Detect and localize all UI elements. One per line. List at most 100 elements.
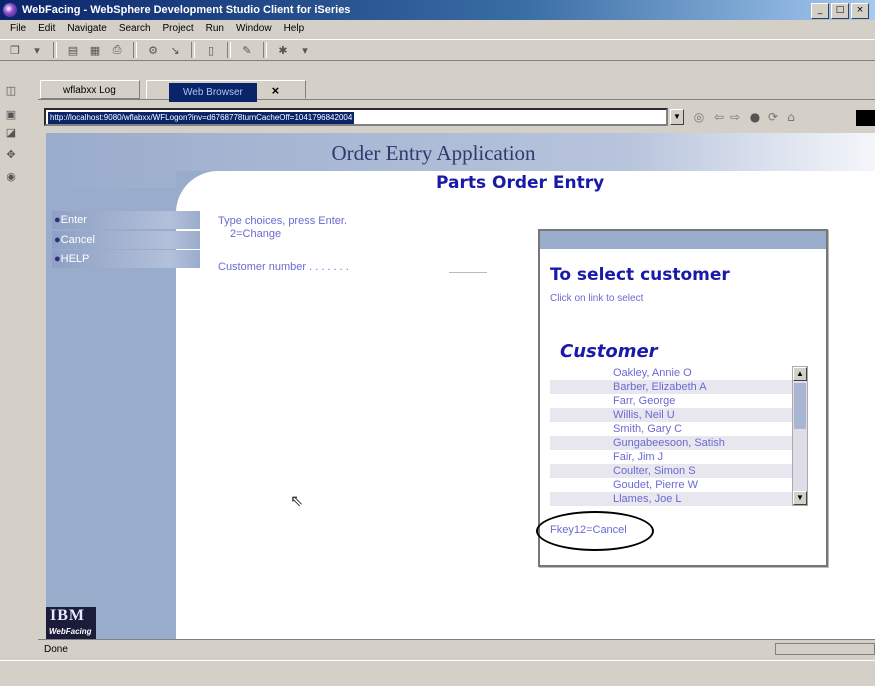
cancel-button[interactable]: ●Cancel bbox=[52, 231, 200, 249]
toolbar-separator bbox=[227, 42, 231, 58]
url-dropdown-button[interactable]: ▼ bbox=[670, 109, 684, 125]
perspective-icon[interactable]: ◫ bbox=[4, 84, 18, 98]
window-title-bar: WebFacing - WebSphere Development Studio… bbox=[0, 0, 875, 20]
url-input[interactable]: http://localhost:9080/wflabxx/WFLogon?in… bbox=[44, 108, 668, 126]
print-icon[interactable]: ⎙ bbox=[108, 42, 126, 58]
run-icon[interactable]: ✱ bbox=[274, 42, 292, 58]
customer-link[interactable]: Barber, Elizabeth A bbox=[550, 380, 802, 394]
home-icon[interactable]: ⌂ bbox=[784, 110, 798, 124]
menu-search[interactable]: Search bbox=[113, 20, 157, 38]
stop-icon[interactable]: ● bbox=[748, 110, 762, 124]
window-controls: _ □ × bbox=[811, 3, 869, 19]
throbber-icon bbox=[856, 110, 875, 126]
webfacing-logo-text: WebFacing bbox=[49, 627, 92, 636]
scroll-thumb[interactable] bbox=[794, 383, 806, 429]
menu-navigate[interactable]: Navigate bbox=[61, 20, 112, 38]
build-icon[interactable]: ⚙ bbox=[144, 42, 162, 58]
browser-address-row: http://localhost:9080/wflabxx/WFLogon?in… bbox=[38, 104, 875, 130]
bottom-bar bbox=[0, 660, 875, 686]
tab-close-icon[interactable]: × bbox=[272, 83, 280, 98]
customer-select-popup: To select customer Click on link to sele… bbox=[536, 229, 828, 567]
progress-indicator bbox=[775, 643, 875, 655]
save-icon[interactable]: ▤ bbox=[64, 42, 82, 58]
forward-icon[interactable]: ⇨ bbox=[728, 110, 742, 124]
pencil-icon[interactable]: ✎ bbox=[238, 42, 256, 58]
dropdown-arrow-icon[interactable]: ▾ bbox=[296, 42, 314, 58]
wizard-icon[interactable]: ↘ bbox=[166, 42, 184, 58]
status-bar: Done bbox=[38, 639, 875, 659]
customer-heading: Customer bbox=[560, 341, 658, 362]
scroll-down-icon[interactable]: ▼ bbox=[793, 491, 807, 505]
customer-link[interactable]: Oakley, Annie O bbox=[550, 366, 802, 380]
app-icon bbox=[3, 3, 17, 17]
maximize-button[interactable]: □ bbox=[831, 3, 849, 19]
editor-tab-row: wflabxx Log Web Browser × bbox=[38, 78, 875, 102]
customer-link[interactable]: Coulter, Simon S bbox=[550, 464, 802, 478]
window-title: WebFacing - WebSphere Development Studio… bbox=[22, 4, 351, 16]
save-all-icon[interactable]: ▦ bbox=[86, 42, 104, 58]
ibm-logo-text: IBM bbox=[50, 607, 85, 624]
enter-label: Enter bbox=[60, 214, 87, 226]
menu-file[interactable]: File bbox=[4, 20, 32, 38]
enter-button[interactable]: ●Enter bbox=[52, 211, 200, 229]
customer-link[interactable]: Willis, Neil U bbox=[550, 408, 802, 422]
url-text: http://localhost:9080/wflabxx/WFLogon?in… bbox=[48, 112, 355, 124]
menu-edit[interactable]: Edit bbox=[32, 20, 61, 38]
page-subtitle: Parts Order Entry bbox=[436, 173, 605, 193]
shortcut-bar: ◫ ▣ ◪ ✥ ◉ bbox=[0, 62, 22, 686]
ibm-webfacing-logo: IBM WebFacing bbox=[46, 607, 96, 639]
dropdown-arrow-icon[interactable]: ▾ bbox=[28, 42, 46, 58]
left-panel bbox=[46, 133, 176, 639]
instructions: Type choices, press Enter. 2=Change bbox=[218, 215, 347, 241]
popup-title-bar bbox=[540, 231, 826, 249]
toolbar-separator bbox=[53, 42, 57, 58]
instruction-line: Type choices, press Enter. bbox=[218, 215, 348, 227]
web-page: Order Entry Application Parts Order Entr… bbox=[46, 133, 875, 639]
cancel-label: Cancel bbox=[60, 234, 95, 246]
bullet-icon: ● bbox=[54, 234, 61, 246]
customer-list-scrollbar[interactable]: ▲ ▼ bbox=[792, 366, 808, 506]
debug-icon[interactable]: ◪ bbox=[4, 126, 18, 140]
popup-subtitle: Click on link to select bbox=[550, 293, 644, 304]
close-button[interactable]: × bbox=[851, 3, 869, 19]
server-icon[interactable]: ◉ bbox=[4, 170, 18, 184]
customer-link[interactable]: Goudet, Pierre W bbox=[550, 478, 802, 492]
back-icon[interactable]: ⇦ bbox=[712, 110, 726, 124]
menu-window[interactable]: Window bbox=[230, 20, 278, 38]
tab-browser-label: Web Browser bbox=[169, 83, 257, 102]
menu-run[interactable]: Run bbox=[200, 20, 230, 38]
popup-title: To select customer bbox=[550, 265, 730, 285]
customer-link[interactable]: Fair, Jim J bbox=[550, 450, 802, 464]
menu-project[interactable]: Project bbox=[157, 20, 200, 38]
customer-link[interactable]: Smith, Gary C bbox=[550, 422, 802, 436]
customer-link[interactable]: Gungabeesoon, Satish bbox=[550, 436, 802, 450]
minimize-button[interactable]: _ bbox=[811, 3, 829, 19]
refresh-icon[interactable]: ⟳ bbox=[766, 110, 780, 124]
go-icon[interactable]: ◎ bbox=[692, 110, 706, 124]
customer-link[interactable]: Farr, George bbox=[550, 394, 802, 408]
bullet-icon: ● bbox=[54, 214, 61, 226]
menu-help[interactable]: Help bbox=[278, 20, 311, 38]
help-label: HELP bbox=[60, 253, 90, 265]
tools-icon[interactable]: ✥ bbox=[4, 148, 18, 162]
new-icon[interactable]: ❐ bbox=[6, 42, 24, 58]
tab-web-browser[interactable]: Web Browser × bbox=[146, 80, 306, 102]
customer-number-input[interactable] bbox=[449, 261, 487, 273]
customer-list: Oakley, Annie O Barber, Elizabeth A Farr… bbox=[550, 366, 802, 506]
bullet-icon: ● bbox=[54, 253, 61, 265]
toolbar-separator bbox=[263, 42, 267, 58]
web-perspective-icon[interactable]: ▣ bbox=[4, 108, 18, 122]
menu-bar: File Edit Navigate Search Project Run Wi… bbox=[0, 20, 875, 38]
toolbar: ❐ ▾ ▤ ▦ ⎙ ⚙ ↘ ▯ ✎ ✱ ▾ bbox=[0, 39, 875, 61]
highlight-oval bbox=[536, 511, 654, 551]
status-text: Done bbox=[44, 644, 68, 655]
toolbar-separator bbox=[191, 42, 195, 58]
toolbar-separator bbox=[133, 42, 137, 58]
tab-wflabxx-log[interactable]: wflabxx Log bbox=[40, 80, 140, 99]
tab-log-label: wflabxx Log bbox=[63, 85, 116, 96]
help-button[interactable]: ●HELP bbox=[52, 250, 200, 268]
scroll-up-icon[interactable]: ▲ bbox=[793, 367, 807, 381]
mouse-pointer-icon: ⇖ bbox=[290, 491, 304, 510]
customer-link[interactable]: Llames, Joe L bbox=[550, 492, 802, 506]
open-file-icon[interactable]: ▯ bbox=[202, 42, 220, 58]
